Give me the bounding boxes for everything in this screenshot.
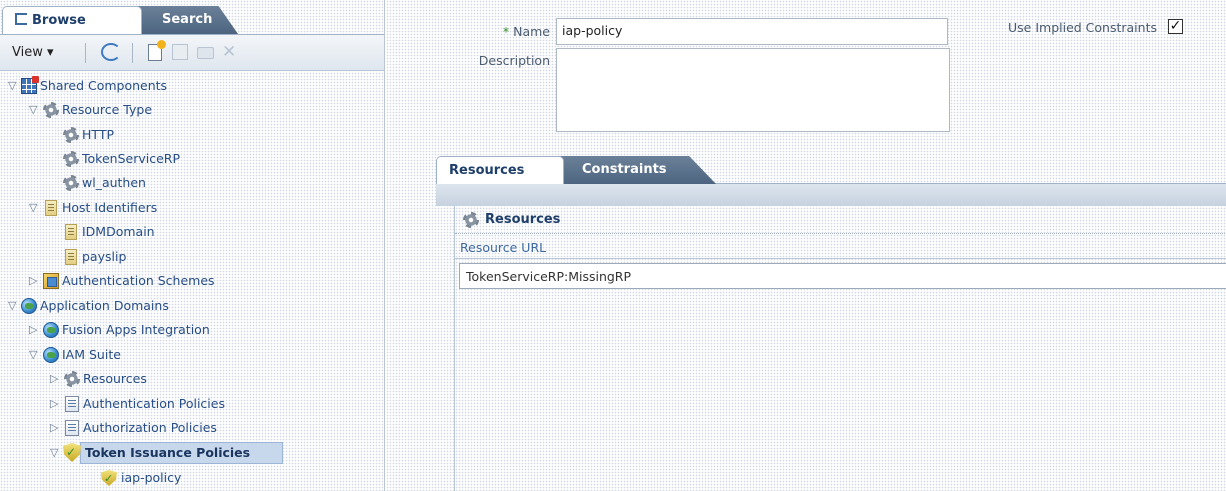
- collapse-triangle-icon[interactable]: ▷: [50, 393, 60, 415]
- tab-resources[interactable]: Resources: [436, 156, 564, 184]
- gear-icon: [63, 175, 79, 191]
- left-tab-bar: Browse Search: [0, 0, 384, 34]
- globe-icon: [43, 322, 59, 338]
- shield-icon: [63, 443, 81, 462]
- use-implied-constraints-label: Use Implied Constraints: [1008, 20, 1157, 35]
- host-identifier-icon: [65, 249, 77, 265]
- tree-label: IAM Suite: [62, 347, 121, 362]
- tree-label: Resource Type: [62, 102, 153, 117]
- shared-components-icon: [21, 76, 39, 94]
- expand-triangle-icon[interactable]: ▽: [29, 197, 39, 219]
- tab-constraints[interactable]: Constraints: [548, 156, 716, 184]
- tree-label: Resources: [83, 371, 147, 386]
- gear-icon: [43, 102, 59, 118]
- tree-node-token-issuance-policies[interactable]: ▽ Token Issuance Policies: [0, 442, 290, 464]
- detail-tab-bar: Resources Constraints: [436, 152, 1226, 184]
- resource-url-column-label: Resource URL: [460, 240, 547, 255]
- tree-label: TokenServiceRP: [82, 151, 180, 166]
- left-toolbar: View ▾ ✕: [0, 34, 384, 71]
- duplicate-icon[interactable]: [172, 44, 188, 60]
- policy-shield-icon: [101, 470, 117, 486]
- toolbar-separator: [132, 43, 133, 63]
- tree-label: Authentication Policies: [83, 396, 225, 411]
- refresh-icon[interactable]: [101, 43, 121, 61]
- tree-label: Application Domains: [40, 298, 169, 313]
- navigation-tree: ▽ Shared Components ▽ Resource Type HTTP…: [0, 72, 384, 491]
- use-implied-constraints-checkbox[interactable]: ✓: [1168, 19, 1183, 34]
- name-field-value: iap-policy: [562, 23, 623, 38]
- table-row[interactable]: TokenServiceRP:MissingRP: [459, 263, 1226, 289]
- folder-icon[interactable]: [197, 47, 214, 59]
- tab-search[interactable]: Search: [130, 6, 238, 34]
- resource-url-cell: TokenServiceRP:MissingRP: [466, 269, 632, 284]
- tab-browse-label: Browse: [32, 13, 86, 28]
- collapse-triangle-icon[interactable]: ▷: [29, 270, 39, 292]
- tree-label: IDMDomain: [82, 224, 155, 239]
- tree-label: Authentication Schemes: [62, 273, 215, 288]
- globe-icon: [43, 347, 59, 363]
- expand-triangle-icon[interactable]: ▽: [29, 99, 39, 121]
- tree-label: Token Issuance Policies: [85, 445, 251, 460]
- view-menu[interactable]: View ▾: [12, 45, 54, 60]
- tree-label: Shared Components: [40, 78, 168, 93]
- collapse-triangle-icon[interactable]: ▷: [50, 417, 60, 439]
- name-field[interactable]: iap-policy: [556, 18, 948, 45]
- gear-icon: [64, 371, 80, 387]
- authorization-policy-icon: [65, 420, 79, 436]
- gear-icon: [63, 127, 79, 143]
- tree-label: Host Identifiers: [62, 200, 158, 215]
- authentication-scheme-icon: [43, 273, 59, 289]
- tree-label: HTTP: [82, 127, 114, 142]
- host-identifier-icon: [65, 224, 77, 240]
- gear-icon: [63, 151, 79, 167]
- description-field[interactable]: [556, 48, 950, 132]
- tree-label: wl_authen: [82, 175, 146, 190]
- resource-url-column-header[interactable]: Resource URL: [455, 235, 1226, 259]
- tab-browse[interactable]: Browse: [2, 6, 142, 34]
- resources-section: Resources Resource URL TokenServiceRP:Mi…: [454, 206, 1226, 491]
- tree-label: iap-policy: [121, 470, 182, 485]
- tab-constraints-label: Constraints: [582, 162, 667, 177]
- resources-gear-icon: [463, 212, 479, 228]
- collapse-triangle-icon[interactable]: ▷: [50, 368, 60, 390]
- tab-search-label: Search: [162, 12, 213, 27]
- tab-content-header-strip: [436, 183, 1226, 206]
- tree-label: payslip: [82, 249, 127, 264]
- tree-label: Fusion Apps Integration: [62, 322, 210, 337]
- detail-panel: * Name iap-policy Description Use Implie…: [386, 0, 1226, 491]
- browse-tree-icon: [15, 13, 27, 25]
- expand-triangle-icon[interactable]: ▽: [8, 295, 18, 317]
- expand-triangle-icon[interactable]: ▽: [29, 344, 39, 366]
- description-label: Description: [478, 53, 550, 68]
- tree-label: Authorization Policies: [83, 420, 217, 435]
- name-label: * Name: [464, 24, 550, 39]
- new-icon[interactable]: [148, 40, 166, 61]
- required-marker: *: [502, 24, 510, 39]
- delete-icon[interactable]: ✕: [222, 42, 236, 62]
- expand-triangle-icon[interactable]: ▽: [50, 442, 60, 464]
- toolbar-separator: [85, 43, 86, 63]
- collapse-triangle-icon[interactable]: ▷: [29, 319, 39, 341]
- tab-resources-label: Resources: [449, 163, 525, 178]
- navigation-panel: Browse Search View ▾ ✕ ▽ Shared Componen…: [0, 0, 385, 491]
- authentication-policy-icon: [65, 396, 79, 412]
- resources-section-header: Resources: [455, 206, 1226, 234]
- name-label-text: Name: [513, 24, 550, 39]
- expand-triangle-icon[interactable]: ▽: [8, 75, 18, 97]
- globe-icon: [21, 298, 37, 314]
- host-identifier-icon: [45, 200, 57, 216]
- resources-section-title: Resources: [485, 212, 561, 227]
